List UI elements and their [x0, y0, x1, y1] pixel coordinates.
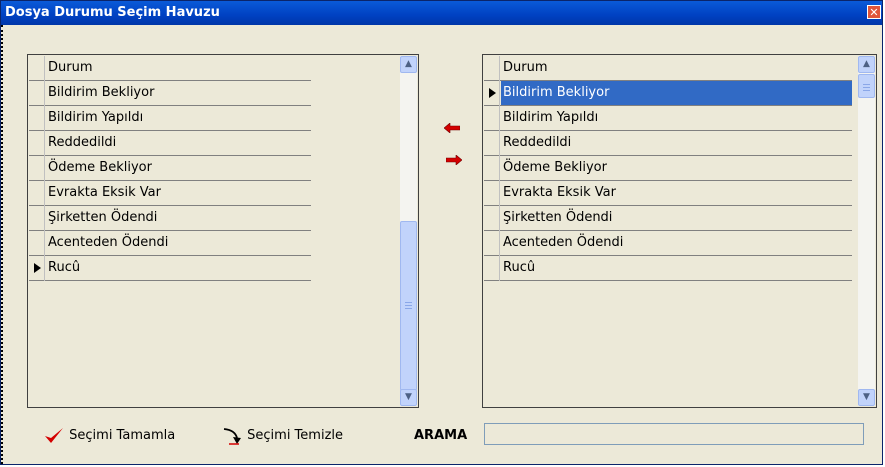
grip-line — [405, 308, 412, 309]
clear-selection-button[interactable]: Seçimi Temizle — [221, 425, 343, 447]
right-item-label: Şirketten Ödendi — [503, 210, 613, 225]
left-scrollbar[interactable]: ▲ ▼ — [400, 56, 417, 406]
scroll-down-icon[interactable]: ▼ — [400, 389, 417, 406]
right-list-item-selected[interactable]: Bildirim Bekliyor — [484, 81, 852, 106]
row-indicator — [29, 56, 45, 81]
row-indicator — [29, 131, 45, 156]
complete-selection-button[interactable]: Seçimi Tamamla — [43, 425, 175, 447]
row-indicator — [484, 206, 500, 231]
current-row-icon — [34, 263, 41, 273]
row-indicator — [484, 56, 500, 81]
checkmark-icon — [45, 427, 63, 443]
arrow-right-icon[interactable] — [446, 155, 462, 165]
row-indicator — [29, 81, 45, 106]
right-list-item[interactable]: Şirketten Ödendi — [484, 206, 852, 231]
left-list-item[interactable]: Reddedildi — [29, 131, 311, 156]
row-indicator — [29, 181, 45, 206]
right-scrollbar[interactable]: ▲ ▼ — [858, 56, 875, 406]
title-bar: Dosya Durumu Seçim Havuzu ✕ — [1, 1, 882, 25]
row-indicator — [29, 206, 45, 231]
close-icon[interactable]: ✕ — [867, 5, 881, 19]
dialog-window: Dosya Durumu Seçim Havuzu ✕ Durum Bildir… — [0, 0, 883, 465]
row-indicator — [484, 156, 500, 181]
right-item-label: Ödeme Bekliyor — [503, 160, 607, 175]
grip-line — [863, 87, 870, 88]
right-grid-header: Durum — [484, 56, 852, 81]
window-title: Dosya Durumu Seçim Havuzu — [5, 5, 220, 20]
search-input[interactable] — [484, 423, 864, 445]
row-indicator — [29, 231, 45, 256]
right-item-label: Evrakta Eksik Var — [503, 185, 616, 200]
left-list-item[interactable]: Acenteden Ödendi — [29, 231, 311, 256]
right-item-label: Acenteden Ödendi — [503, 235, 624, 250]
right-item-label: Rucû — [503, 260, 536, 275]
grip-line — [863, 84, 870, 85]
row-indicator — [484, 181, 500, 206]
right-list-item[interactable]: Rucû — [484, 256, 852, 281]
right-header-label: Durum — [503, 60, 548, 75]
scroll-thumb[interactable] — [858, 74, 875, 98]
row-indicator — [29, 106, 45, 131]
right-list-item[interactable]: Acenteden Ödendi — [484, 231, 852, 256]
left-grid-rows: Durum Bildirim Bekliyor Bildirim Yapıldı… — [29, 56, 400, 406]
row-indicator — [484, 256, 500, 281]
right-item-label: Reddedildi — [503, 135, 572, 150]
left-item-label: Rucû — [48, 260, 81, 275]
scroll-thumb[interactable] — [400, 221, 417, 391]
left-list-item[interactable]: Ödeme Bekliyor — [29, 156, 311, 181]
search-label: ARAMA — [414, 428, 468, 443]
current-row-icon — [489, 88, 496, 98]
right-item-label: Bildirim Bekliyor — [501, 81, 852, 105]
grip-line — [405, 302, 412, 303]
row-indicator — [484, 81, 500, 106]
right-list-item[interactable]: Ödeme Bekliyor — [484, 156, 852, 181]
scroll-down-icon[interactable]: ▼ — [858, 389, 875, 406]
left-list-item[interactable]: Bildirim Bekliyor — [29, 81, 311, 106]
right-list-item[interactable]: Reddedildi — [484, 131, 852, 156]
left-item-label: Reddedildi — [48, 135, 117, 150]
grip-line — [863, 90, 870, 91]
left-item-label: Evrakta Eksik Var — [48, 185, 161, 200]
row-indicator — [484, 106, 500, 131]
row-indicator — [29, 156, 45, 181]
scroll-up-icon[interactable]: ▲ — [400, 56, 417, 73]
left-item-label: Şirketten Ödendi — [48, 210, 158, 225]
left-status-grid[interactable]: Durum Bildirim Bekliyor Bildirim Yapıldı… — [27, 54, 419, 408]
left-item-label: Ödeme Bekliyor — [48, 160, 152, 175]
left-item-label: Acenteden Ödendi — [48, 235, 169, 250]
left-list-item[interactable]: Evrakta Eksik Var — [29, 181, 311, 206]
row-indicator — [484, 131, 500, 156]
left-list-item[interactable]: Rucû — [29, 256, 311, 281]
row-indicator — [484, 231, 500, 256]
left-list-item[interactable]: Bildirim Yapıldı — [29, 106, 311, 131]
right-item-label: Bildirim Yapıldı — [503, 110, 599, 125]
right-status-grid[interactable]: Durum Bildirim Bekliyor Bildirim Yapıldı… — [482, 54, 877, 408]
left-header-label: Durum — [48, 60, 93, 75]
right-list-item[interactable]: Bildirim Yapıldı — [484, 106, 852, 131]
right-list-item[interactable]: Evrakta Eksik Var — [484, 181, 852, 206]
undo-arrow-icon — [223, 427, 241, 445]
scroll-up-icon[interactable]: ▲ — [858, 56, 875, 73]
clear-selection-label: Seçimi Temizle — [247, 428, 343, 443]
row-indicator — [29, 256, 45, 281]
left-item-label: Bildirim Yapıldı — [48, 110, 144, 125]
grip-line — [405, 305, 412, 306]
arrow-left-icon[interactable] — [444, 123, 460, 133]
left-item-label: Bildirim Bekliyor — [48, 85, 155, 100]
complete-selection-label: Seçimi Tamamla — [69, 428, 176, 443]
window-edge — [1, 25, 7, 464]
left-grid-header: Durum — [29, 56, 311, 81]
left-list-item[interactable]: Şirketten Ödendi — [29, 206, 311, 231]
right-grid-rows: Durum Bildirim Bekliyor Bildirim Yapıldı… — [484, 56, 858, 406]
